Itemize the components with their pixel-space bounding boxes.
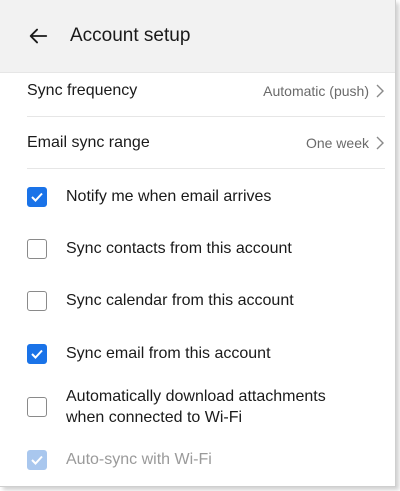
autosync-wifi-checkbox — [27, 449, 47, 470]
checkmark-icon — [31, 349, 43, 359]
notify-checkbox[interactable] — [27, 186, 47, 207]
sync-calendar-checkbox[interactable] — [27, 290, 47, 311]
download-attachments-checkbox[interactable] — [27, 397, 47, 417]
download-attachments-label: Automatically download attachments when … — [66, 386, 326, 428]
arrow-left-icon[interactable] — [27, 25, 49, 47]
sync-email-label: Sync email from this account — [66, 345, 271, 362]
email-sync-range-label: Email sync range — [27, 133, 150, 151]
notify-label: Notify me when email arrives — [66, 188, 272, 205]
sync-frequency-value: Automatic (push) — [263, 82, 369, 99]
email-sync-range-value: One week — [305, 134, 369, 151]
checkbox-row-attachments[interactable]: Automatically download attachments when … — [27, 386, 326, 428]
sync-contacts-label: Sync contacts from this account — [66, 240, 292, 257]
page-title: Account setup — [70, 25, 191, 46]
checkbox-row-contacts[interactable]: Sync contacts from this account — [27, 238, 292, 259]
account-setup-screen: Account setup Sync frequency Automatic (… — [0, 0, 396, 487]
chevron-right-icon — [376, 136, 384, 149]
chevron-right-icon — [376, 84, 384, 97]
download-attachments-label-line2: when connected to Wi-Fi — [66, 409, 243, 426]
sync-frequency-row[interactable]: Sync frequency Automatic (push) — [27, 65, 385, 117]
checkbox-row-notify[interactable]: Notify me when email arrives — [27, 186, 271, 207]
download-attachments-label-line1: Automatically download attachments — [66, 388, 326, 405]
sync-frequency-label: Sync frequency — [27, 81, 138, 99]
sync-calendar-label: Sync calendar from this account — [66, 292, 294, 309]
checkmark-icon — [31, 192, 43, 202]
sync-email-checkbox[interactable] — [27, 343, 47, 364]
autosync-wifi-label: Auto-sync with Wi-Fi — [66, 451, 212, 468]
checkbox-row-email[interactable]: Sync email from this account — [27, 343, 271, 364]
checkmark-icon — [31, 455, 43, 465]
email-sync-range-row[interactable]: Email sync range One week — [27, 117, 385, 169]
app-header: Account setup — [0, 0, 395, 73]
checkbox-row-calendar[interactable]: Sync calendar from this account — [27, 290, 294, 311]
sync-contacts-checkbox[interactable] — [27, 238, 47, 259]
checkbox-row-autosync-wifi: Auto-sync with Wi-Fi — [27, 449, 212, 470]
